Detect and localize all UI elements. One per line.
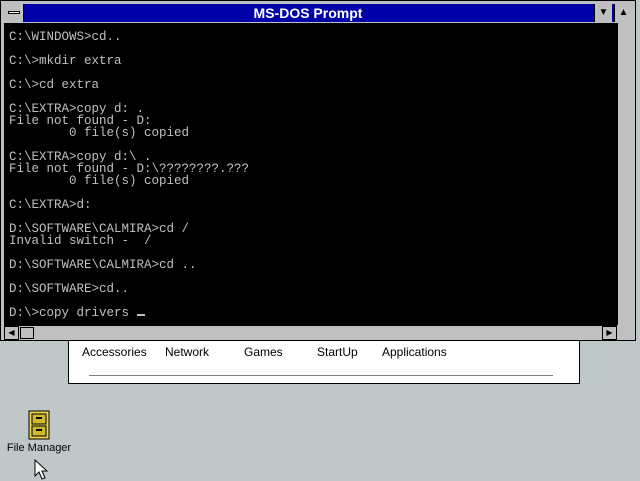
desktop-icon-file-manager[interactable]: File Manager — [4, 410, 74, 454]
group-item-network[interactable]: Network — [165, 345, 209, 359]
file-cabinet-icon — [28, 410, 50, 440]
arrow-right-icon: ▶ — [606, 328, 613, 337]
console-line: C:\>mkdir extra — [9, 54, 122, 68]
group-item-accessories[interactable]: Accessories — [82, 345, 147, 359]
console-line: D:\SOFTWARE>cd.. — [9, 282, 130, 296]
system-menu-icon — [8, 11, 20, 14]
mouse-cursor-icon — [34, 459, 49, 480]
scroll-right-button[interactable]: ▶ — [602, 326, 617, 340]
group-item-applications[interactable]: Applications — [382, 345, 447, 359]
console-line: C:\WINDOWS>cd.. — [9, 30, 122, 44]
maximize-icon: ▲ — [618, 7, 629, 18]
scroll-left-button[interactable]: ◀ — [4, 326, 19, 340]
console-line: 0 file(s) copied — [9, 126, 190, 140]
system-menu-button[interactable] — [4, 4, 24, 22]
console-output[interactable]: C:\WINDOWS>cd.. C:\>mkdir extra C:\>cd e… — [4, 23, 617, 325]
arrow-left-icon: ◀ — [8, 328, 15, 337]
vertical-scrollbar[interactable] — [617, 23, 632, 325]
title-bar[interactable]: MS-DOS Prompt ▼ ▲ — [4, 4, 632, 22]
text-cursor — [136, 314, 145, 316]
console-line: D:\>copy drivers — [9, 306, 137, 320]
minimize-button[interactable]: ▼ — [594, 4, 612, 22]
maximize-button[interactable]: ▲ — [614, 4, 632, 22]
group-item-startup[interactable]: StartUp — [317, 345, 358, 359]
scroll-thumb[interactable] — [20, 327, 34, 339]
group-divider — [89, 375, 553, 376]
group-item-games[interactable]: Games — [244, 345, 283, 359]
console-line: Invalid switch - / — [9, 234, 152, 248]
minimize-icon: ▼ — [598, 7, 609, 18]
horizontal-scrollbar[interactable]: ◀ ▶ — [4, 325, 617, 340]
program-group-window: Accessories Network Games StartUp Applic… — [68, 338, 580, 384]
desktop-icon-label: File Manager — [6, 442, 72, 454]
console-text: C:\WINDOWS>cd.. C:\>mkdir extra C:\>cd e… — [4, 23, 617, 320]
window-title: MS-DOS Prompt — [253, 5, 363, 21]
console-line: D:\SOFTWARE\CALMIRA>cd .. — [9, 258, 197, 272]
console-line: C:\>cd extra — [9, 78, 100, 92]
console-line: C:\EXTRA>d: — [9, 198, 92, 212]
scrollbar-corner — [617, 325, 632, 340]
msdos-window: MS-DOS Prompt ▼ ▲ C:\WINDOWS>cd.. C:\>mk… — [0, 0, 636, 341]
console-line: 0 file(s) copied — [9, 174, 190, 188]
